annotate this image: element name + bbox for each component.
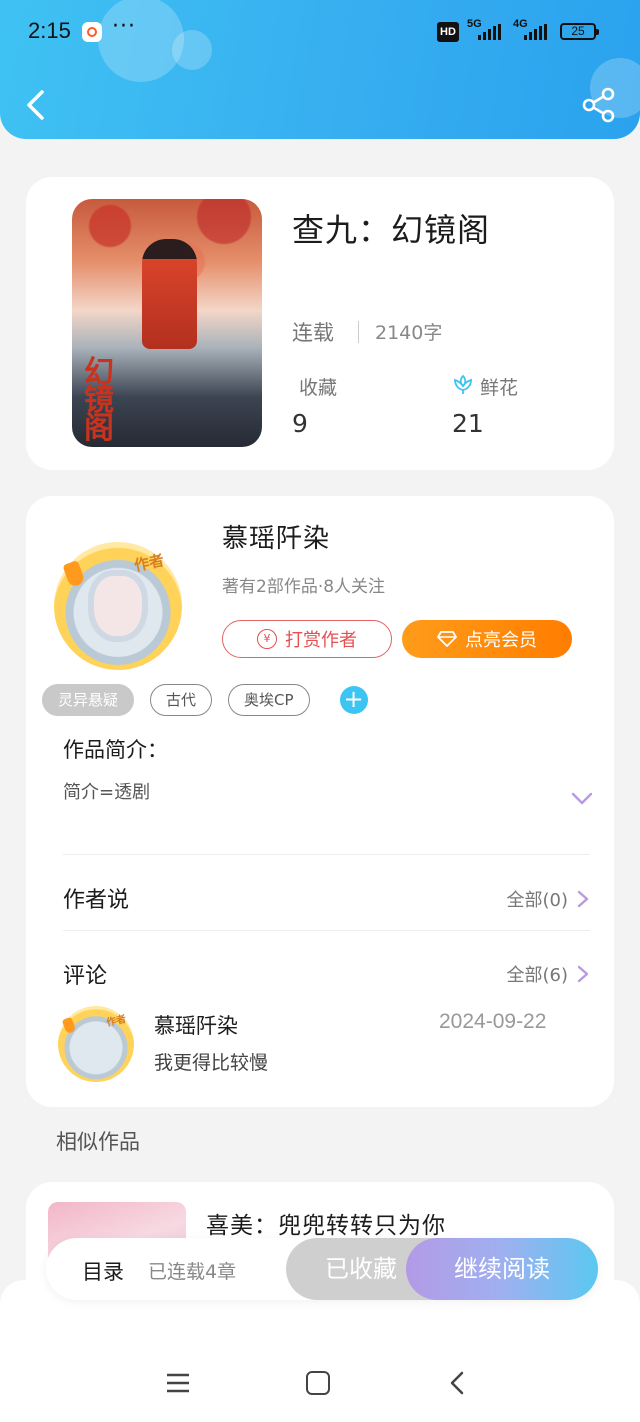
continue-reading-button[interactable]: 继续阅读 <box>406 1238 598 1300</box>
flowers-label: 鲜花 <box>480 377 519 399</box>
more-notifications-icon: ··· <box>112 14 136 39</box>
author-says-all-label: 全部(0) <box>506 890 569 911</box>
comments-title: 评论 <box>63 964 108 989</box>
comments-all-label: 全部(6) <box>506 965 569 986</box>
nav-back-icon[interactable] <box>448 1370 466 1396</box>
book-detail-card: 作者 慕瑶阡染 著有2部作品·8人关注 ¥ 打赏作者 点亮会员 灵异悬疑 古代 … <box>26 496 614 1107</box>
author-meta: 著有2部作品·8人关注 <box>222 577 386 597</box>
comment-avatar[interactable]: 作者 <box>58 1006 134 1082</box>
back-arrow-icon[interactable] <box>18 84 54 126</box>
book-status: 连载 <box>292 321 334 345</box>
favorites-label: 收藏 <box>299 377 338 399</box>
chevron-down-icon[interactable] <box>570 790 594 808</box>
signal-icon <box>524 24 547 40</box>
comment-date: 2024-09-22 <box>439 1010 547 1033</box>
status-time: 2:15 <box>28 18 71 43</box>
divider <box>358 321 359 343</box>
bottom-panel <box>0 1280 640 1422</box>
book-cover[interactable]: 幻镜阁 <box>72 199 262 447</box>
signal-icon <box>478 24 501 40</box>
tag-chip[interactable]: 灵异悬疑 <box>42 684 135 716</box>
intro-text: 简介=透剧 <box>63 782 151 803</box>
app-notification-icon <box>82 22 102 42</box>
share-icon[interactable] <box>580 86 618 124</box>
author-says-all-link[interactable]: 全部(0) <box>507 886 591 912</box>
divider <box>63 930 590 931</box>
cover-title-art: 幻镜阁 <box>84 355 114 446</box>
diamond-icon <box>437 631 457 647</box>
tag-chip[interactable]: 奥埃CP <box>228 684 310 716</box>
lantern-icon <box>62 559 86 589</box>
chevron-right-icon <box>577 965 589 983</box>
author-avatar[interactable]: 作者 <box>54 542 182 670</box>
toc-button[interactable]: 目录 <box>82 1256 124 1286</box>
book-title: 查九：幻镜阁 <box>292 211 491 249</box>
comment-text: 我更得比较慢 <box>154 1052 269 1074</box>
chapter-count[interactable]: 已连载4章 <box>148 1257 236 1284</box>
battery-icon: 25 <box>560 23 599 40</box>
flower-icon <box>454 374 472 394</box>
chevron-right-icon <box>577 890 589 908</box>
similar-works-title: 相似作品 <box>56 1130 140 1154</box>
author-badge: 作者 <box>105 1013 128 1029</box>
lantern-icon <box>61 1016 77 1035</box>
book-info-card: 幻镜阁 查九：幻镜阁 连载 2140字 收藏 9 鲜花 21 <box>26 177 614 470</box>
add-tag-icon[interactable]: + <box>339 686 368 714</box>
hd-icon: HD <box>437 22 459 42</box>
similar-work-title[interactable]: 喜美：兜兜转转只为你 <box>206 1206 446 1240</box>
tip-author-label: 打赏作者 <box>285 630 357 651</box>
header: 2:15 ··· HD 5G 4G 25 <box>0 0 640 139</box>
status-bar: 2:15 ··· HD 5G 4G 25 <box>0 0 640 62</box>
action-bar: 目录 已连载4章 已收藏 继续阅读 <box>46 1238 598 1300</box>
author-badge: 作者 <box>132 551 166 575</box>
comment-username[interactable]: 慕瑶阡染 <box>154 1010 238 1040</box>
home-icon[interactable] <box>306 1371 330 1395</box>
book-word-count: 2140字 <box>375 322 443 344</box>
vip-button[interactable]: 点亮会员 <box>402 620 572 658</box>
tag-list: 灵异悬疑 古代 奥埃CP + <box>42 684 368 716</box>
author-name[interactable]: 慕瑶阡染 <box>222 518 330 555</box>
cover-art-figure <box>142 239 197 349</box>
comments-all-link[interactable]: 全部(6) <box>507 961 591 987</box>
author-says-title: 作者说 <box>63 888 130 913</box>
yen-icon: ¥ <box>257 629 277 649</box>
vip-label: 点亮会员 <box>465 630 537 651</box>
menu-icon[interactable] <box>166 1372 190 1394</box>
divider <box>63 854 590 855</box>
intro-title: 作品简介： <box>63 738 168 762</box>
tip-author-button[interactable]: ¥ 打赏作者 <box>222 620 392 658</box>
tag-chip[interactable]: 古代 <box>150 684 213 716</box>
avatar-face <box>94 576 142 636</box>
favorites-count: 9 <box>292 409 308 438</box>
flowers-count: 21 <box>452 409 484 438</box>
